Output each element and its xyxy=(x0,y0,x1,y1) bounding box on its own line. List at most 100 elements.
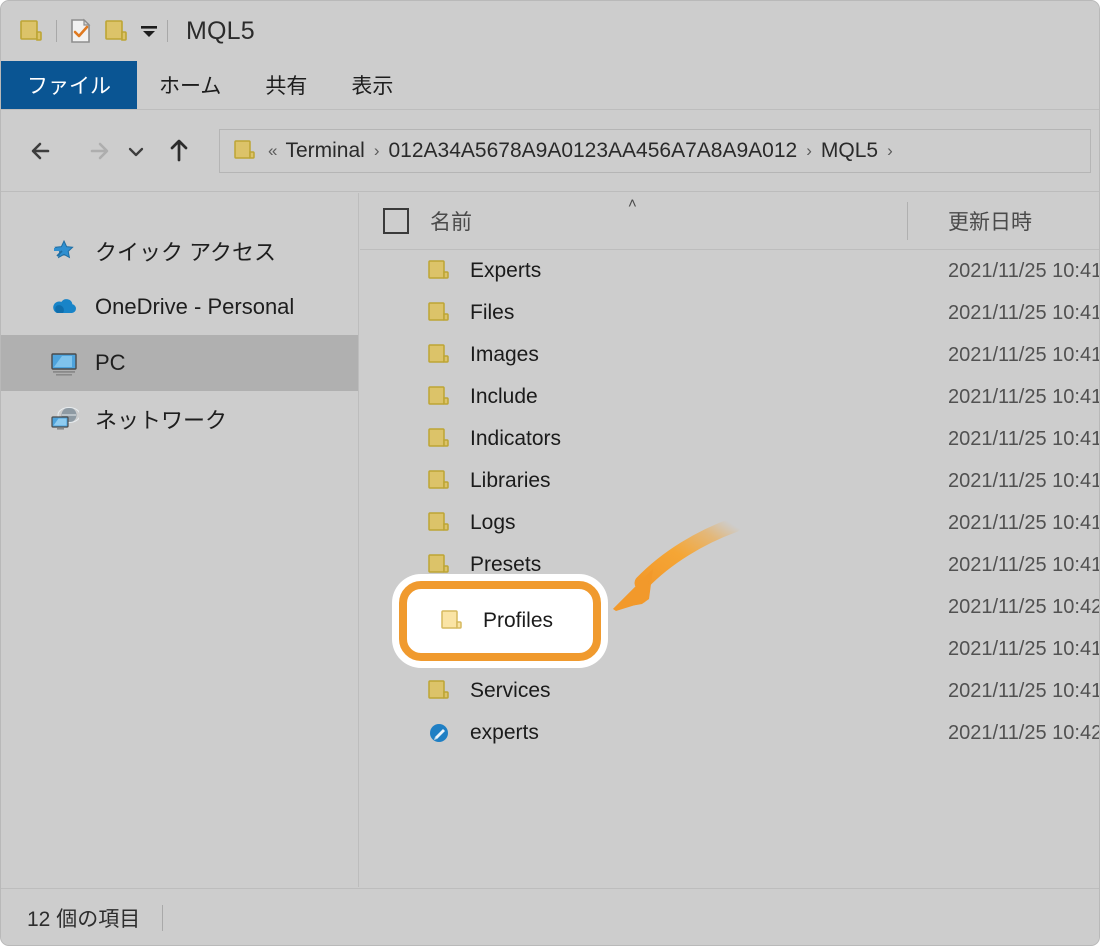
sort-ascending-icon: ˄ xyxy=(628,195,637,212)
toolbar-divider xyxy=(167,20,168,42)
sidebar-item-onedrive[interactable]: OneDrive - Personal xyxy=(1,279,358,335)
window-title: MQL5 xyxy=(186,16,255,45)
breadcrumb-instance-id[interactable]: 012A34A5678A9A0123AA456A7A8A9A012 xyxy=(389,139,798,163)
column-header-row: ˄ 名前 更新日時 xyxy=(360,193,1099,250)
folder-icon xyxy=(428,638,449,657)
folder-icon xyxy=(232,138,258,164)
folder-icon xyxy=(428,344,449,363)
folder-icon xyxy=(426,552,452,578)
table-row[interactable]: Services 2021/11/25 10:41 xyxy=(360,670,1100,712)
breadcrumb-separator[interactable]: › xyxy=(887,141,893,161)
tab-home[interactable]: ホーム xyxy=(137,61,243,109)
file-name-cell: experts xyxy=(470,721,539,744)
file-date-cell: 2021/11/25 10:41 xyxy=(948,301,1100,324)
document-check-icon[interactable] xyxy=(66,17,94,45)
table-row[interactable]: experts 2021/11/25 10:42 xyxy=(360,712,1100,754)
file-date-cell: 2021/11/25 10:41 xyxy=(948,343,1100,366)
explorer-body: クイック アクセス OneDrive - Personal PC ネットワーク … xyxy=(1,193,1100,887)
file-name-cell: Libraries xyxy=(470,469,551,492)
breadcrumb-terminal[interactable]: Terminal xyxy=(285,139,364,163)
up-button[interactable] xyxy=(159,131,199,171)
sidebar-item-quick-access[interactable]: クイック アクセス xyxy=(1,223,358,279)
table-row[interactable]: Indicators 2021/11/25 10:41 xyxy=(360,418,1100,460)
table-row[interactable]: Files 2021/11/25 10:41 xyxy=(360,292,1100,334)
item-count-label: 12 個の項目 xyxy=(27,907,141,931)
chevron-down-icon xyxy=(128,147,144,156)
network-icon xyxy=(49,404,79,434)
tab-file[interactable]: ファイル xyxy=(1,61,137,109)
recent-locations-button[interactable] xyxy=(123,131,149,171)
sidebar-item-label: OneDrive - Personal xyxy=(95,294,295,319)
document-check-icon xyxy=(71,18,91,43)
pin-star-icon xyxy=(49,236,79,266)
folder-icon xyxy=(426,678,452,704)
folder-icon[interactable] xyxy=(17,17,45,45)
folder-icon xyxy=(426,594,452,620)
file-date-cell: 2021/11/25 10:42 xyxy=(948,721,1100,744)
folder-icon xyxy=(428,512,449,531)
folder-icon xyxy=(426,468,452,494)
file-list-pane: ˄ 名前 更新日時 Experts 2021/11/25 10:41 Files 20… xyxy=(360,193,1100,887)
file-explorer-window: MQL5 ファイル ホーム 共有 表示 « Terminal › 012A34A… xyxy=(0,0,1100,946)
ini-file-icon xyxy=(430,724,448,742)
file-date-cell: 2021/11/25 10:41 xyxy=(948,679,1100,702)
back-button[interactable] xyxy=(23,131,63,171)
chevron-down-icon[interactable] xyxy=(138,20,160,42)
file-name-cell: Images xyxy=(470,343,539,366)
folder-icon xyxy=(428,428,449,447)
folder-icon xyxy=(105,20,127,41)
breadcrumb-overflow[interactable]: « xyxy=(268,141,277,161)
breadcrumb-mql5[interactable]: MQL5 xyxy=(821,139,878,163)
file-name-cell: Include xyxy=(470,385,538,408)
breadcrumb-separator[interactable]: › xyxy=(806,141,812,161)
file-date-cell: 2021/11/25 10:41 xyxy=(948,637,1100,660)
file-name-cell: Experts xyxy=(470,259,542,282)
folder-icon xyxy=(20,20,42,41)
forward-button[interactable] xyxy=(77,131,117,171)
table-row[interactable]: Scripts 2021/11/25 10:41 xyxy=(360,628,1100,670)
file-name-cell: Services xyxy=(470,679,551,702)
column-divider[interactable] xyxy=(907,202,908,240)
file-rows: Experts 2021/11/25 10:41 Files 2021/11/25 1… xyxy=(360,250,1100,754)
title-bar: MQL5 xyxy=(1,1,1099,61)
file-name-cell: Scripts xyxy=(470,637,535,660)
folder-icon xyxy=(234,139,255,159)
file-date-cell: 2021/11/25 10:41 xyxy=(948,553,1100,576)
table-row[interactable]: Include 2021/11/25 10:41 xyxy=(360,376,1099,418)
file-name-cell: Presets xyxy=(470,553,542,576)
sidebar-item-label: ネットワーク xyxy=(95,408,228,433)
toolbar-divider xyxy=(56,20,57,42)
file-date-cell: 2021/11/25 10:41 xyxy=(948,427,1100,450)
sidebar-item-pc[interactable]: PC xyxy=(1,335,358,391)
folder-icon xyxy=(428,554,449,573)
address-input[interactable]: « Terminal › 012A34A5678A9A0123AA456A7A8… xyxy=(219,128,1091,173)
sidebar-item-network[interactable]: ネットワーク xyxy=(1,391,358,447)
select-all-checkbox[interactable] xyxy=(383,208,409,234)
folder-icon[interactable] xyxy=(102,17,130,45)
sidebar-item-label: PC xyxy=(95,350,126,375)
column-header-date[interactable]: 更新日時 xyxy=(948,206,1032,236)
folder-icon xyxy=(428,302,449,321)
table-row[interactable]: Experts 2021/11/25 10:41 xyxy=(360,250,1099,292)
column-header-name[interactable]: 名前 xyxy=(430,206,472,236)
ini-file-icon xyxy=(426,720,452,746)
file-name-cell: Profiles xyxy=(470,595,541,618)
cloud-icon xyxy=(53,299,76,313)
table-row[interactable]: Presets 2021/11/25 10:41 xyxy=(360,544,1100,586)
tab-view[interactable]: 表示 xyxy=(329,61,415,109)
table-row[interactable]: Images 2021/11/25 10:41 xyxy=(360,334,1100,376)
folder-icon xyxy=(426,342,452,368)
folder-icon xyxy=(426,300,452,326)
sidebar-item-label: クイック アクセス xyxy=(95,240,277,265)
folder-icon xyxy=(426,426,452,452)
table-row[interactable]: Logs 2021/11/25 10:41 xyxy=(360,502,1100,544)
folder-icon xyxy=(426,258,452,284)
arrow-up-icon xyxy=(170,139,188,161)
table-row[interactable]: Profiles 2021/11/25 10:42 xyxy=(360,586,1099,628)
table-row[interactable]: Libraries 2021/11/25 10:41 xyxy=(360,460,1099,502)
status-bar: 12 個の項目 xyxy=(1,888,1099,945)
file-date-cell: 2021/11/25 10:41 xyxy=(948,511,1100,534)
tab-share[interactable]: 共有 xyxy=(243,61,329,109)
breadcrumb-separator[interactable]: › xyxy=(374,141,380,161)
chevron-down-icon xyxy=(141,26,157,37)
